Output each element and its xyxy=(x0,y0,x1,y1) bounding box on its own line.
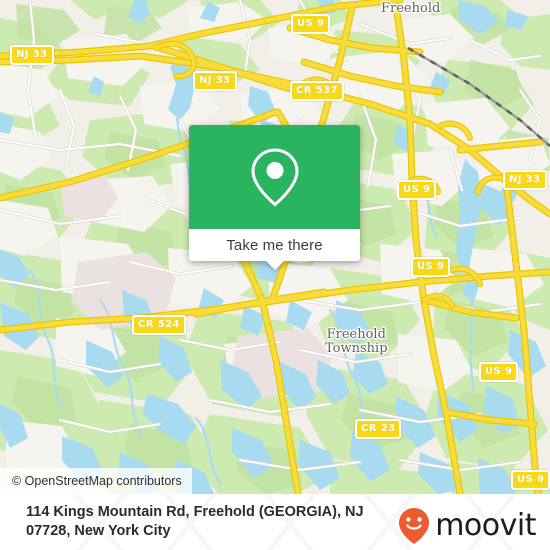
shield-nj-33[interactable]: NJ 33 xyxy=(10,45,54,65)
map-pin-icon xyxy=(250,148,299,207)
address-text: 114 Kings Mountain Rd, Freehold (GEORGIA… xyxy=(26,503,376,541)
moovit-logo[interactable]: moovit xyxy=(398,507,536,545)
shield-us-9-4[interactable]: US 9 xyxy=(479,362,519,382)
address-line-1: 114 Kings Mountain Rd, Freehold (GEORGIA… xyxy=(26,504,364,520)
shield-us-9[interactable]: US 9 xyxy=(291,14,331,34)
shield-nj-33-2[interactable]: NJ 33 xyxy=(193,71,237,91)
osm-attribution[interactable]: © OpenStreetMap contributors xyxy=(0,468,192,494)
map-canvas[interactable]: NJ 33 NJ 33 US 9 CR 537 US 9 NJ 33 US 9 … xyxy=(0,0,550,494)
popup-header xyxy=(189,125,360,229)
take-me-there-label: Take me there xyxy=(226,236,323,254)
place-label-line-2: Township xyxy=(325,341,388,356)
place-label-line-1: Freehold xyxy=(326,327,386,342)
moovit-pin-smiley-icon xyxy=(399,508,430,544)
place-label-freehold: Freehold xyxy=(381,1,441,16)
shield-cr-23[interactable]: CR 23 xyxy=(355,419,402,439)
location-popup-card[interactable]: Take me there xyxy=(189,125,360,270)
shield-us-9-5[interactable]: US 9 xyxy=(511,470,550,490)
moovit-wordmark: moovit xyxy=(435,508,536,543)
popup-pointer-tail xyxy=(264,260,285,270)
shield-cr-524[interactable]: CR 524 xyxy=(132,315,186,335)
shield-cr-537[interactable]: CR 537 xyxy=(290,81,344,101)
shield-us-9-3[interactable]: US 9 xyxy=(411,257,451,277)
address-line-2: 07728, New York City xyxy=(26,523,171,539)
place-label-freehold-township: Freehold Township xyxy=(325,328,388,356)
footer-bar: 114 Kings Mountain Rd, Freehold (GEORGIA… xyxy=(0,494,550,550)
shield-nj-33-3[interactable]: NJ 33 xyxy=(503,170,547,190)
shield-us-9-2[interactable]: US 9 xyxy=(397,180,437,200)
take-me-there-button[interactable]: Take me there xyxy=(189,229,360,261)
osm-attribution-text: © OpenStreetMap contributors xyxy=(12,474,182,488)
screenshot-root: NJ 33 NJ 33 US 9 CR 537 US 9 NJ 33 US 9 … xyxy=(0,0,550,550)
